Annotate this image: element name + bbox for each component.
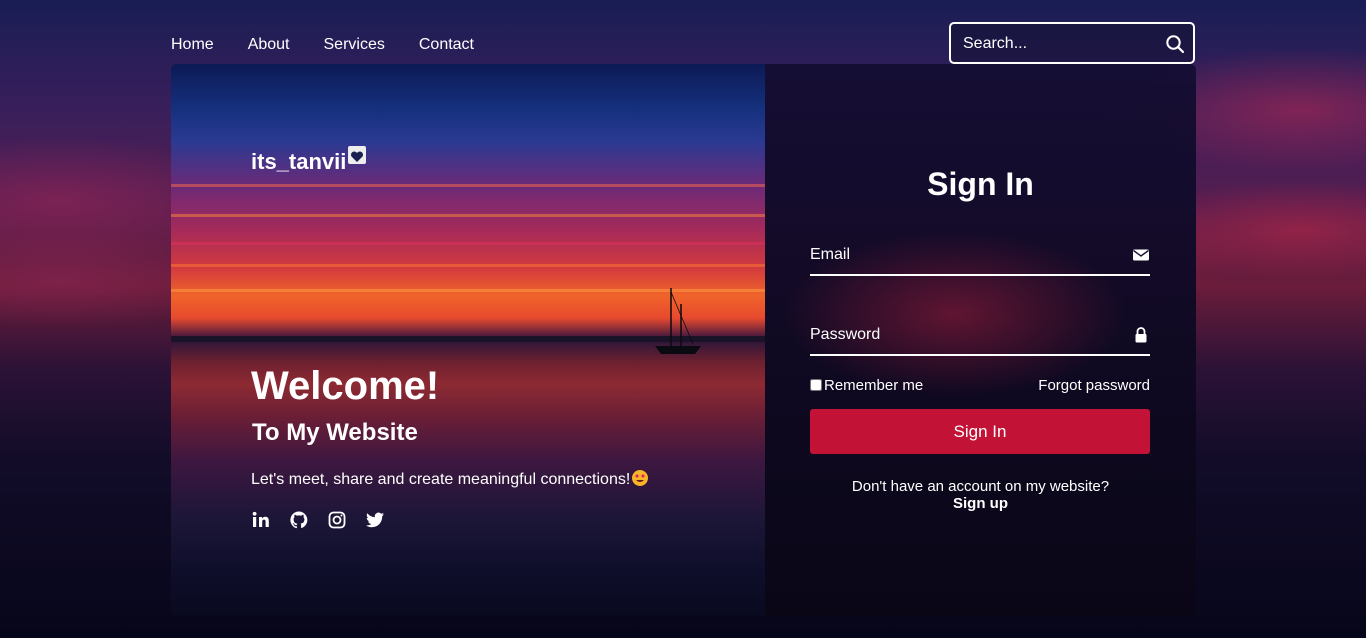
cloud-stripe bbox=[171, 184, 765, 187]
twitter-icon[interactable] bbox=[365, 510, 385, 530]
github-icon[interactable] bbox=[289, 510, 309, 530]
sailboat-icon bbox=[655, 288, 701, 354]
social-links bbox=[251, 510, 385, 530]
sunset-photo: its_tanvii Welcome! To My Website Let's … bbox=[171, 64, 765, 616]
mail-icon bbox=[1132, 246, 1150, 264]
password-field[interactable]: Password bbox=[810, 318, 1150, 356]
nav-link-about[interactable]: About bbox=[248, 36, 290, 54]
remember-me[interactable]: Remember me bbox=[810, 377, 923, 394]
signup-prompt: Don't have an account on my website? Sig… bbox=[765, 478, 1196, 512]
heart-icon bbox=[348, 146, 367, 164]
welcome-subtitle: To My Website bbox=[252, 419, 418, 446]
brand-logo[interactable]: its_tanvii bbox=[251, 146, 367, 175]
search-icon[interactable] bbox=[1165, 34, 1185, 54]
signin-title: Sign In bbox=[927, 166, 1034, 202]
search-input[interactable] bbox=[961, 24, 1155, 64]
signup-link[interactable]: Sign up bbox=[765, 495, 1196, 512]
lock-icon bbox=[1132, 326, 1150, 344]
signin-panel: Sign In Email Password Remember me Forgo… bbox=[765, 64, 1196, 616]
no-account-text: Don't have an account on my website? bbox=[851, 478, 1110, 495]
password-label: Password bbox=[810, 326, 881, 343]
tagline-text: Let's meet, share and create meaningful … bbox=[251, 471, 631, 488]
cloud-stripe bbox=[171, 214, 765, 217]
nav-link-contact[interactable]: Contact bbox=[419, 36, 474, 54]
nav-links: Home About Services Contact bbox=[171, 36, 508, 54]
heart-eyes-emoji-icon bbox=[632, 470, 649, 486]
email-label: Email bbox=[810, 246, 851, 263]
remember-checkbox[interactable] bbox=[810, 379, 822, 391]
brand-name: its_tanvii bbox=[251, 149, 347, 174]
forgot-password-link[interactable]: Forgot password bbox=[1038, 377, 1150, 394]
remember-label: Remember me bbox=[824, 377, 924, 394]
linkedin-icon[interactable] bbox=[251, 510, 271, 530]
cloud-stripe bbox=[171, 264, 765, 267]
remember-row: Remember me Forgot password bbox=[810, 377, 1150, 394]
navbar: Home About Services Contact bbox=[171, 22, 1195, 66]
tagline: Let's meet, share and create meaningful … bbox=[251, 470, 649, 489]
main-card: its_tanvii Welcome! To My Website Let's … bbox=[171, 64, 1196, 616]
nav-link-services[interactable]: Services bbox=[324, 36, 385, 54]
instagram-icon[interactable] bbox=[327, 510, 347, 530]
cloud-stripe bbox=[171, 242, 765, 245]
nav-link-home[interactable]: Home bbox=[171, 36, 214, 54]
email-field[interactable]: Email bbox=[810, 238, 1150, 276]
signin-button[interactable]: Sign In bbox=[810, 409, 1150, 454]
search-box bbox=[949, 22, 1195, 64]
welcome-heading: Welcome! bbox=[251, 364, 440, 408]
